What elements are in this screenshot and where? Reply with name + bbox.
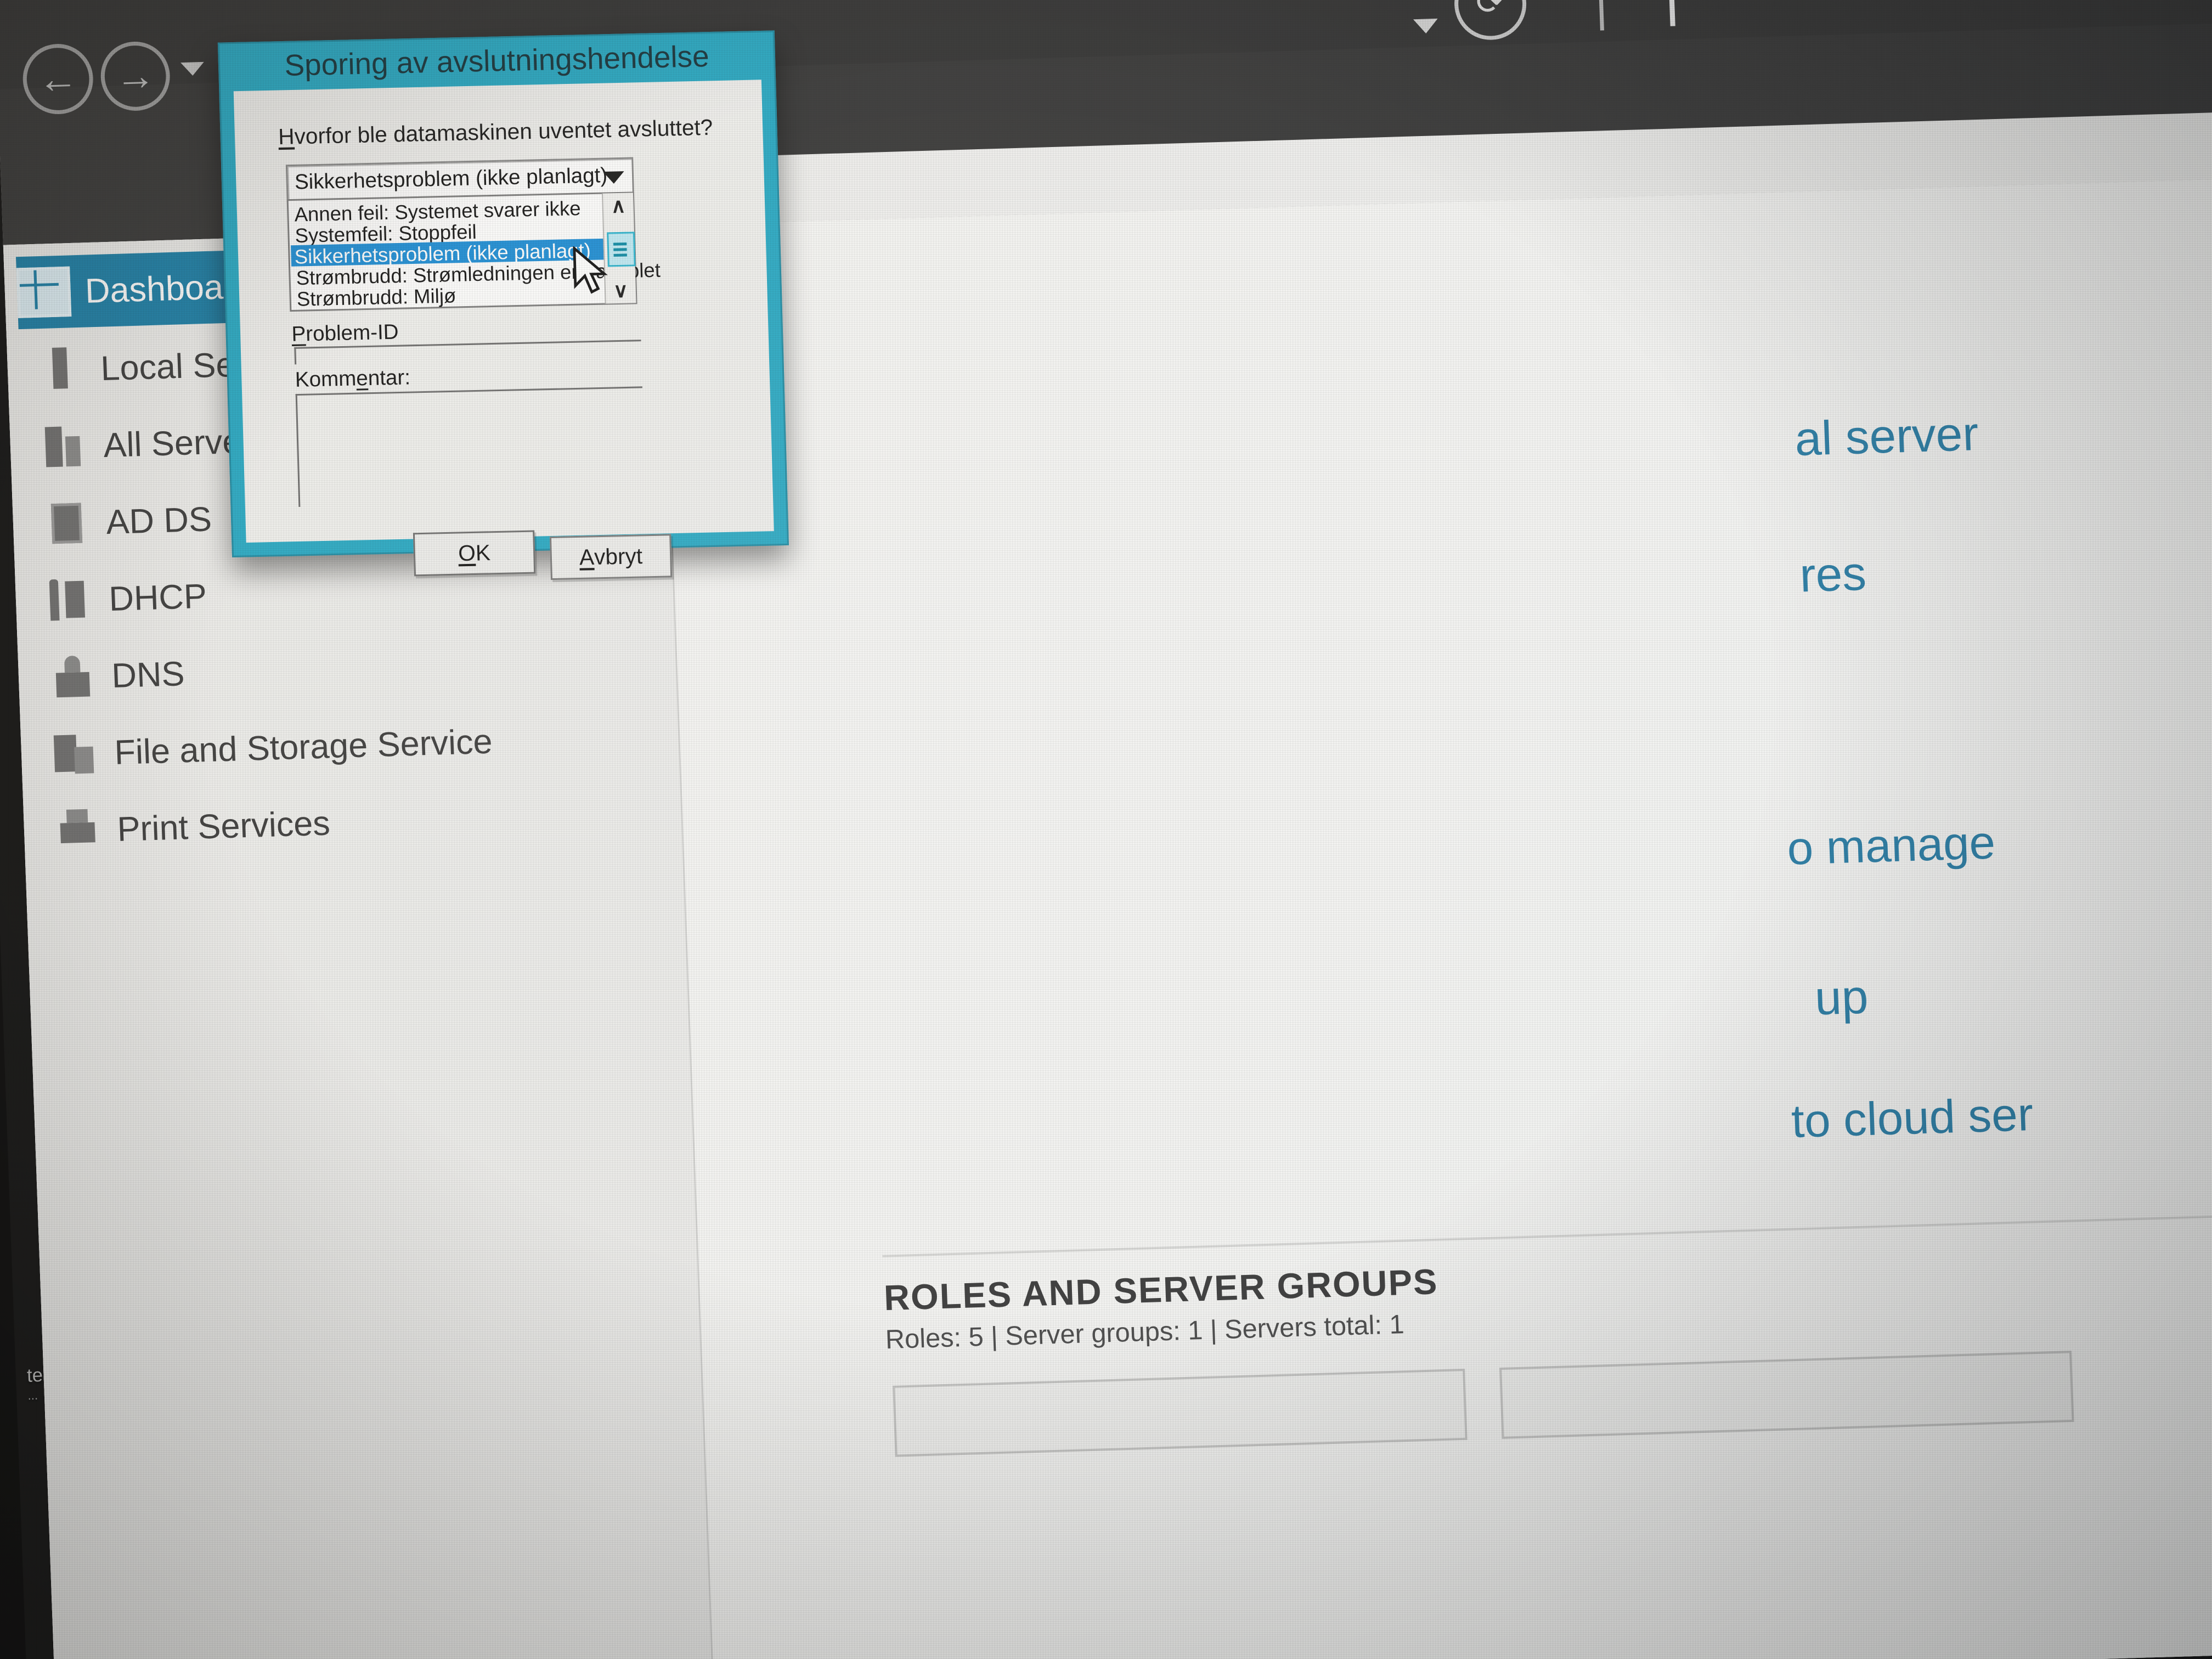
question-accelerator: H bbox=[278, 124, 295, 150]
quick-start-link[interactable]: up bbox=[1814, 969, 1869, 1026]
chevron-down-icon[interactable] bbox=[180, 61, 205, 76]
scroll-up-icon[interactable]: ∧ bbox=[603, 193, 634, 219]
comment-accelerator: e bbox=[356, 366, 369, 391]
cancel-label: vbryt bbox=[594, 544, 643, 569]
server-icon bbox=[37, 347, 87, 393]
comment-label: Kommentar: bbox=[295, 366, 410, 392]
panel-divider bbox=[882, 1212, 2212, 1257]
forward-arrow-icon: → bbox=[114, 53, 156, 99]
notifications-chevron-icon[interactable] bbox=[1413, 18, 1438, 34]
photograph-of-monitor: te ... ← → ◂◂ Dashboard ⟳ Manage Too bbox=[0, 0, 2212, 1659]
sidebar-item-print-services[interactable]: Print Services bbox=[54, 777, 669, 867]
quick-start-link[interactable]: res bbox=[1799, 546, 1867, 603]
role-tile[interactable] bbox=[893, 1368, 1468, 1457]
sidebar-item-dns[interactable]: DNS bbox=[48, 623, 663, 714]
dialog-body: Hvorfor ble datamaskinen uventet avslutt… bbox=[233, 80, 774, 580]
scrollbar-thumb[interactable] bbox=[607, 232, 636, 267]
quick-start-link[interactable]: al server bbox=[1794, 407, 1979, 467]
shutdown-reason-question: Hvorfor ble datamaskinen uventet avslutt… bbox=[278, 115, 713, 150]
shutdown-event-tracker-dialog: Sporing av avslutningshendelse Hvorfor b… bbox=[217, 30, 789, 580]
problem-id-label: Problem-ID bbox=[291, 320, 399, 347]
chevron-down-icon[interactable] bbox=[603, 171, 625, 184]
sidebar-item-file-and-storage-services[interactable]: File and Storage Service bbox=[51, 700, 666, 791]
sidebar-item-label: AD DS bbox=[105, 500, 213, 541]
sidebar-item-label: DNS bbox=[111, 654, 185, 695]
quick-start-link[interactable]: to cloud ser bbox=[1791, 1087, 2034, 1148]
question-text: vorfor ble datamaskinen uventet avslutte… bbox=[294, 115, 713, 149]
role-tile[interactable] bbox=[1499, 1351, 2074, 1439]
roles-panel-title: ROLES AND SERVER GROUPS bbox=[883, 1261, 1439, 1318]
ad-ds-icon bbox=[43, 500, 92, 546]
dashboard-content: al server res o manage up to cloud ser R… bbox=[659, 109, 2212, 1659]
print-icon bbox=[54, 808, 103, 854]
ok-button[interactable]: OK bbox=[413, 530, 536, 577]
comment-label-part1: Komm bbox=[295, 367, 357, 392]
comment-textarea[interactable] bbox=[295, 386, 646, 507]
combobox-selected-value: Sikkerhetsproblem (ikke planlagt) bbox=[294, 163, 608, 194]
ok-accelerator: O bbox=[458, 540, 476, 566]
comment-label-part2: ntar: bbox=[368, 365, 411, 391]
servers-icon bbox=[40, 424, 89, 470]
dns-icon bbox=[48, 654, 98, 700]
dhcp-icon bbox=[46, 577, 95, 623]
problem-id-label-text: roblem-ID bbox=[305, 320, 399, 346]
back-arrow-icon: ← bbox=[37, 56, 79, 102]
sidebar-item-label: DHCP bbox=[108, 577, 208, 618]
cancel-accelerator: A bbox=[579, 545, 595, 570]
sidebar-item-label: Print Services bbox=[116, 804, 331, 849]
quick-start-link[interactable]: o manage bbox=[1786, 815, 1996, 876]
problem-id-accelerator: P bbox=[291, 322, 306, 346]
sidebar-item-label: File and Storage Service bbox=[114, 722, 493, 772]
monitor-screen: te ... ← → ◂◂ Dashboard ⟳ Manage Too bbox=[0, 0, 2212, 1659]
file-storage-icon bbox=[51, 731, 100, 777]
ok-label: K bbox=[475, 540, 491, 566]
cancel-button[interactable]: Avbryt bbox=[549, 534, 673, 580]
dashboard-icon bbox=[16, 266, 72, 318]
